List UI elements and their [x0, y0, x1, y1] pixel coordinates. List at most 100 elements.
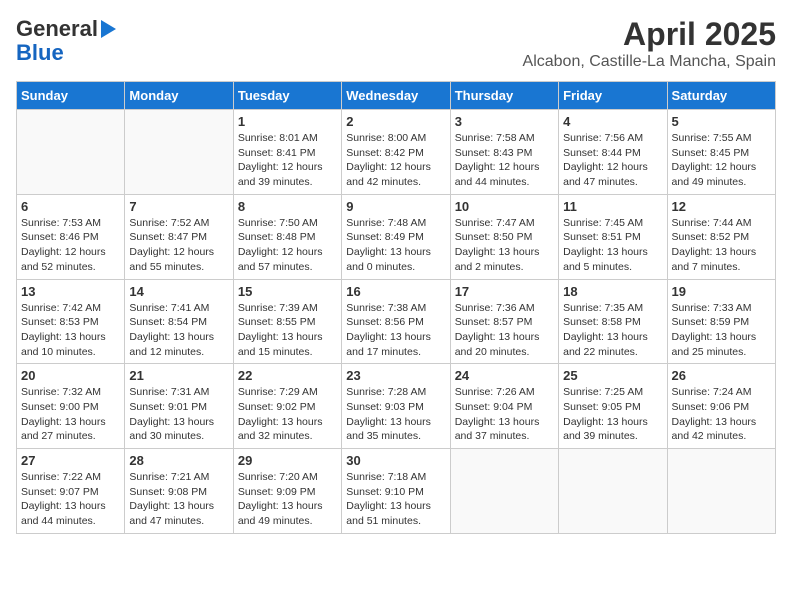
table-row: 25 Sunrise: 7:25 AMSunset: 9:05 PMDayligh…: [559, 364, 667, 449]
day-info: Sunrise: 7:32 AMSunset: 9:00 PMDaylight:…: [21, 385, 120, 444]
table-row: 19Sunrise: 7:33 AMSunset: 8:59 PMDayligh…: [667, 279, 775, 364]
day-info: Sunrise: 7:55 AMSunset: 8:45 PMDaylight:…: [672, 131, 771, 190]
table-row: [667, 449, 775, 534]
table-row: [450, 449, 558, 534]
day-info: Sunrise: 7:53 AMSunset: 8:46 PMDaylight:…: [21, 216, 120, 275]
day-info: Sunrise: 7:28 AMSunset: 9:03 PMDaylight:…: [346, 385, 445, 444]
day-info: Sunrise: 7:31 AMSunset: 9:01 PMDaylight:…: [129, 385, 228, 444]
table-row: 13 Sunrise: 7:42 AMSunset: 8:53 PMDayligh…: [17, 279, 125, 364]
day-number: 1: [238, 114, 337, 129]
day-info: Sunrise: 7:18 AMSunset: 9:10 PMDaylight:…: [346, 470, 445, 529]
day-number: 5: [672, 114, 771, 129]
day-number: 14: [129, 284, 228, 299]
calendar-week-row: 6 Sunrise: 7:53 AMSunset: 8:46 PMDaylight…: [17, 194, 776, 279]
table-row: 23 Sunrise: 7:28 AMSunset: 9:03 PMDayligh…: [342, 364, 450, 449]
day-number: 24: [455, 368, 554, 383]
calendar-week-row: 1 Sunrise: 8:01 AMSunset: 8:41 PMDaylight…: [17, 110, 776, 195]
table-row: 20 Sunrise: 7:32 AMSunset: 9:00 PMDayligh…: [17, 364, 125, 449]
day-number: 9: [346, 199, 445, 214]
table-row: 17 Sunrise: 7:36 AMSunset: 8:57 PMDayligh…: [450, 279, 558, 364]
day-info: Sunrise: 7:35 AMSunset: 8:58 PMDaylight:…: [563, 301, 662, 360]
table-row: 4 Sunrise: 7:56 AMSunset: 8:44 PMDaylight…: [559, 110, 667, 195]
table-row: 29 Sunrise: 7:20 AMSunset: 9:09 PMDayligh…: [233, 449, 341, 534]
day-info: Sunrise: 7:25 AMSunset: 9:05 PMDaylight:…: [563, 385, 662, 444]
calendar-header-row: Sunday Monday Tuesday Wednesday Thursday…: [17, 82, 776, 110]
day-info: Sunrise: 7:39 AMSunset: 8:55 PMDaylight:…: [238, 301, 337, 360]
day-number: 3: [455, 114, 554, 129]
day-info: Sunrise: 7:22 AMSunset: 9:07 PMDaylight:…: [21, 470, 120, 529]
day-number: 30: [346, 453, 445, 468]
logo: General Blue: [16, 16, 116, 64]
calendar-week-row: 20 Sunrise: 7:32 AMSunset: 9:00 PMDayligh…: [17, 364, 776, 449]
day-info: Sunrise: 7:41 AMSunset: 8:54 PMDaylight:…: [129, 301, 228, 360]
table-row: 24 Sunrise: 7:26 AMSunset: 9:04 PMDayligh…: [450, 364, 558, 449]
day-info: Sunrise: 7:21 AMSunset: 9:08 PMDaylight:…: [129, 470, 228, 529]
table-row: 5 Sunrise: 7:55 AMSunset: 8:45 PMDaylight…: [667, 110, 775, 195]
table-row: 16 Sunrise: 7:38 AMSunset: 8:56 PMDayligh…: [342, 279, 450, 364]
col-saturday: Saturday: [667, 82, 775, 110]
day-number: 25: [563, 368, 662, 383]
calendar-table: Sunday Monday Tuesday Wednesday Thursday…: [16, 81, 776, 534]
day-info: Sunrise: 7:56 AMSunset: 8:44 PMDaylight:…: [563, 131, 662, 190]
table-row: 9 Sunrise: 7:48 AMSunset: 8:49 PMDaylight…: [342, 194, 450, 279]
day-number: 7: [129, 199, 228, 214]
day-info: Sunrise: 7:50 AMSunset: 8:48 PMDaylight:…: [238, 216, 337, 275]
day-info: Sunrise: 7:38 AMSunset: 8:56 PMDaylight:…: [346, 301, 445, 360]
table-row: 11 Sunrise: 7:45 AMSunset: 8:51 PMDayligh…: [559, 194, 667, 279]
table-row: 1 Sunrise: 8:01 AMSunset: 8:41 PMDaylight…: [233, 110, 341, 195]
table-row: [125, 110, 233, 195]
day-number: 18: [563, 284, 662, 299]
day-number: 13: [21, 284, 120, 299]
day-number: 26: [672, 368, 771, 383]
day-info: Sunrise: 7:26 AMSunset: 9:04 PMDaylight:…: [455, 385, 554, 444]
day-number: 29: [238, 453, 337, 468]
day-info: Sunrise: 7:45 AMSunset: 8:51 PMDaylight:…: [563, 216, 662, 275]
col-wednesday: Wednesday: [342, 82, 450, 110]
table-row: 8 Sunrise: 7:50 AMSunset: 8:48 PMDaylight…: [233, 194, 341, 279]
calendar-subtitle: Alcabon, Castille-La Mancha, Spain: [523, 53, 776, 71]
day-number: 28: [129, 453, 228, 468]
day-number: 22: [238, 368, 337, 383]
table-row: [559, 449, 667, 534]
day-number: 27: [21, 453, 120, 468]
table-row: 26 Sunrise: 7:24 AMSunset: 9:06 PMDayligh…: [667, 364, 775, 449]
day-number: 8: [238, 199, 337, 214]
day-number: 11: [563, 199, 662, 214]
table-row: 22Sunrise: 7:29 AMSunset: 9:02 PMDayligh…: [233, 364, 341, 449]
day-number: 19: [672, 284, 771, 299]
table-row: 6 Sunrise: 7:53 AMSunset: 8:46 PMDaylight…: [17, 194, 125, 279]
day-info: Sunrise: 7:52 AMSunset: 8:47 PMDaylight:…: [129, 216, 228, 275]
page-header: General Blue April 2025 Alcabon, Castill…: [16, 16, 776, 71]
day-number: 15: [238, 284, 337, 299]
day-info: Sunrise: 7:24 AMSunset: 9:06 PMDaylight:…: [672, 385, 771, 444]
table-row: 27 Sunrise: 7:22 AMSunset: 9:07 PMDayligh…: [17, 449, 125, 534]
day-number: 16: [346, 284, 445, 299]
day-info: Sunrise: 7:44 AMSunset: 8:52 PMDaylight:…: [672, 216, 771, 275]
day-number: 4: [563, 114, 662, 129]
day-number: 10: [455, 199, 554, 214]
col-monday: Monday: [125, 82, 233, 110]
table-row: 14 Sunrise: 7:41 AMSunset: 8:54 PMDayligh…: [125, 279, 233, 364]
day-number: 21: [129, 368, 228, 383]
calendar-week-row: 27 Sunrise: 7:22 AMSunset: 9:07 PMDayligh…: [17, 449, 776, 534]
day-info: Sunrise: 8:01 AMSunset: 8:41 PMDaylight:…: [238, 131, 337, 190]
table-row: 2Sunrise: 8:00 AMSunset: 8:42 PMDaylight…: [342, 110, 450, 195]
day-info: Sunrise: 7:48 AMSunset: 8:49 PMDaylight:…: [346, 216, 445, 275]
day-info: Sunrise: 7:36 AMSunset: 8:57 PMDaylight:…: [455, 301, 554, 360]
day-info: Sunrise: 7:20 AMSunset: 9:09 PMDaylight:…: [238, 470, 337, 529]
col-sunday: Sunday: [17, 82, 125, 110]
day-number: 2: [346, 114, 445, 129]
table-row: 15 Sunrise: 7:39 AMSunset: 8:55 PMDayligh…: [233, 279, 341, 364]
table-row: 3 Sunrise: 7:58 AMSunset: 8:43 PMDaylight…: [450, 110, 558, 195]
day-number: 23: [346, 368, 445, 383]
day-info: Sunrise: 7:42 AMSunset: 8:53 PMDaylight:…: [21, 301, 120, 360]
logo-arrow-icon: [101, 20, 116, 38]
day-info: Sunrise: 7:58 AMSunset: 8:43 PMDaylight:…: [455, 131, 554, 190]
day-number: 17: [455, 284, 554, 299]
calendar-title: April 2025: [523, 16, 776, 53]
day-number: 6: [21, 199, 120, 214]
table-row: 10Sunrise: 7:47 AMSunset: 8:50 PMDayligh…: [450, 194, 558, 279]
day-number: 20: [21, 368, 120, 383]
table-row: [17, 110, 125, 195]
col-tuesday: Tuesday: [233, 82, 341, 110]
